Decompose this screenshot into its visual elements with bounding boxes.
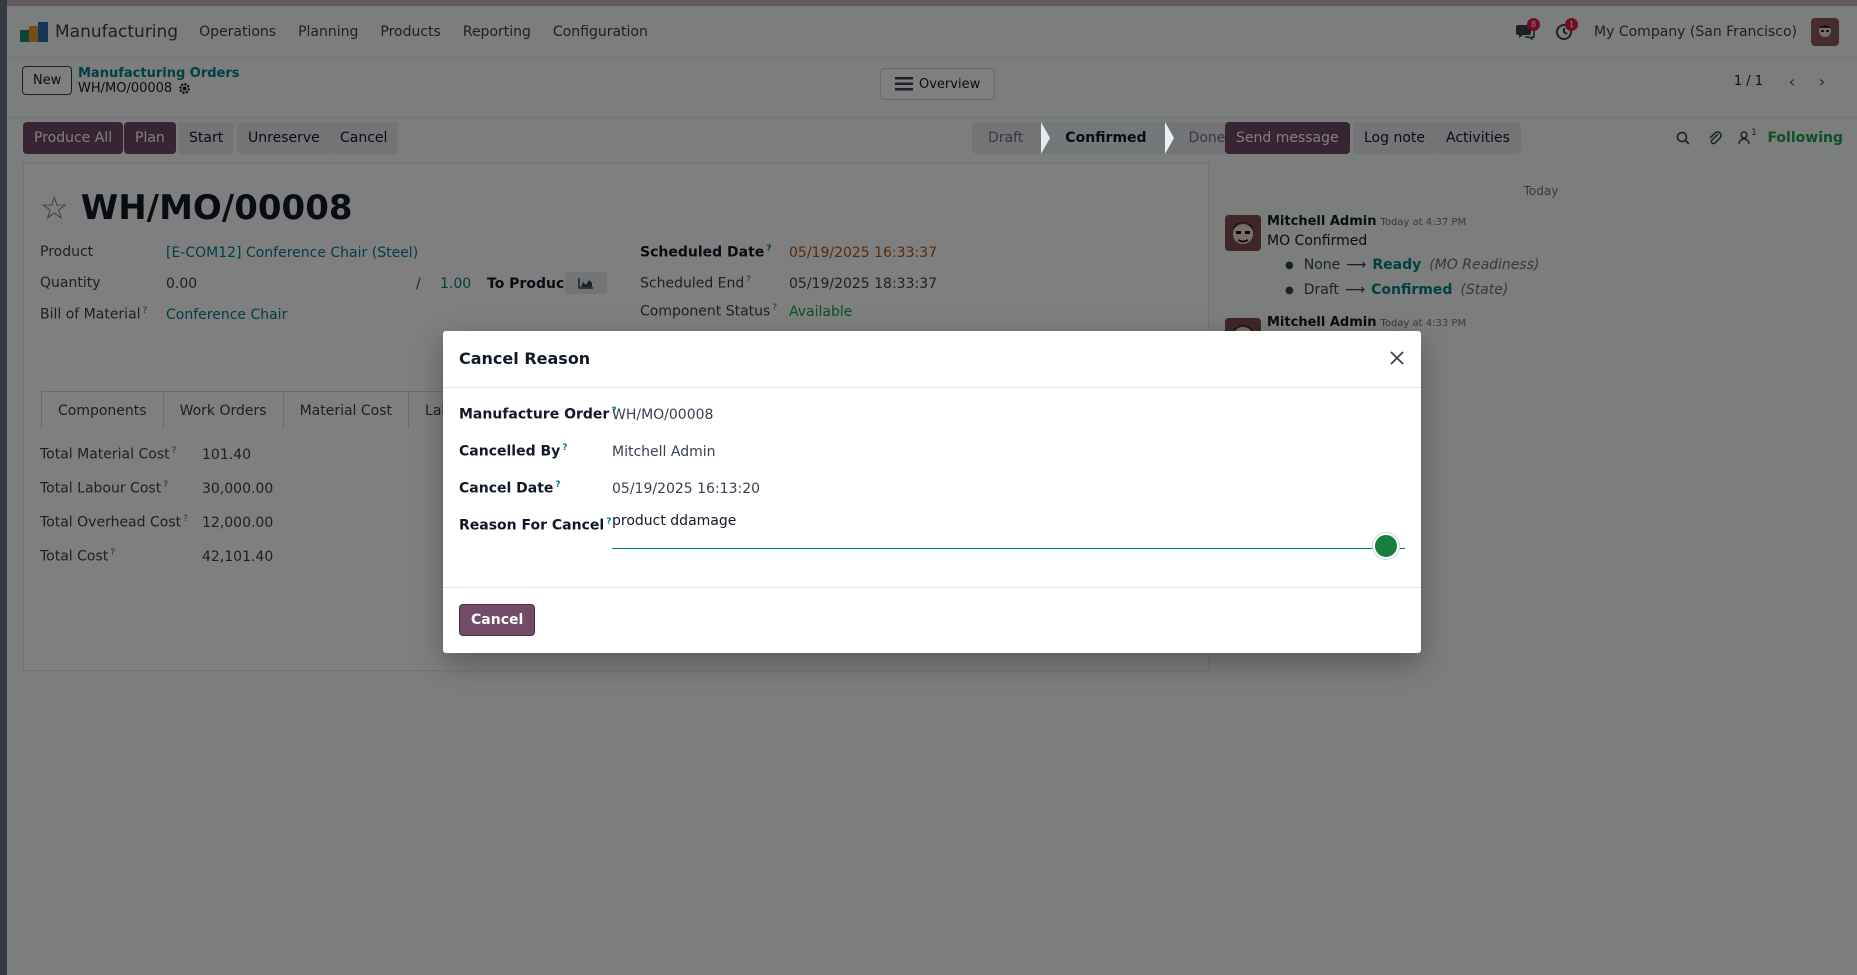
dialog-title: Cancel Reason [459, 349, 591, 368]
dialog-header: Cancel Reason [443, 331, 1421, 388]
cancel-date-label: Cancel Date? [459, 480, 561, 497]
cancelled-by-value: Mitchell Admin [612, 444, 716, 460]
reason-for-cancel-label: Reason For Cancel? [459, 517, 612, 534]
manufacture-order-label: Manufacture Order? [459, 406, 617, 423]
help-icon: ? [555, 480, 561, 490]
help-icon: ? [606, 517, 612, 527]
cancelled-by-label: Cancelled By? [459, 443, 568, 460]
cancel-reason-dialog: Cancel Reason Manufacture Order? WH/MO/0… [443, 331, 1421, 653]
reason-for-cancel-input[interactable]: product ddamage [612, 513, 1405, 549]
cancel-date-value: 05/19/2025 16:13:20 [612, 481, 761, 497]
manufacture-order-value: WH/MO/00008 [612, 407, 714, 423]
close-icon[interactable] [1387, 348, 1407, 368]
stage-separator [1041, 122, 1051, 154]
dialog-cancel-button[interactable]: Cancel [459, 604, 536, 636]
help-icon: ? [562, 443, 568, 453]
dialog-footer: Cancel [443, 587, 1421, 653]
grammar-assistant-icon[interactable] [1373, 533, 1399, 559]
stage-separator [1164, 122, 1174, 154]
